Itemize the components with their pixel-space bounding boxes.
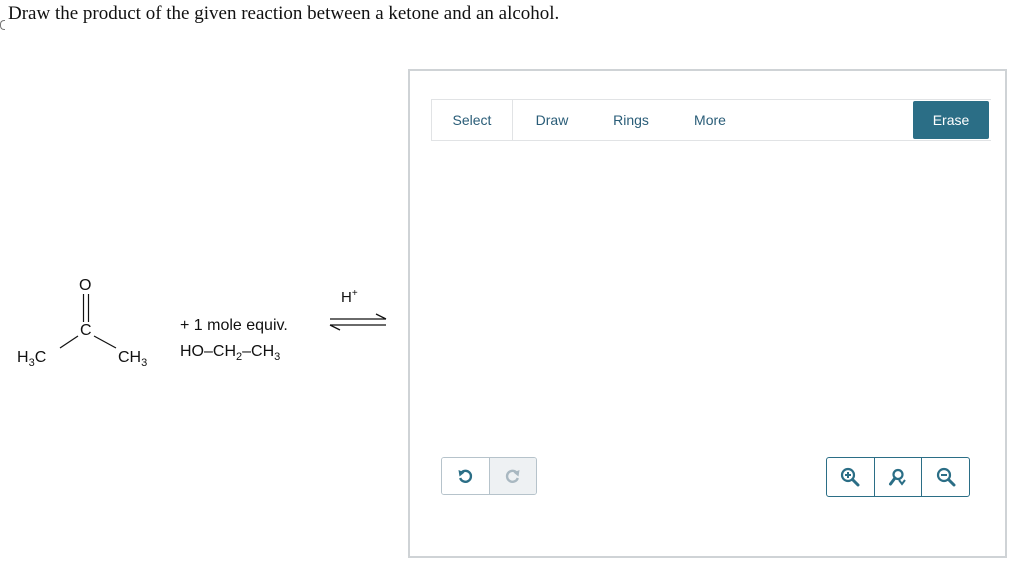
carbonyl-carbon: C	[80, 322, 92, 339]
zoom-controls	[826, 457, 970, 497]
zoom-in-icon	[841, 467, 860, 487]
margin-marker	[0, 20, 5, 30]
reset-zoom-button[interactable]	[875, 458, 923, 496]
equilibrium-arrow	[329, 313, 387, 331]
reagent-ethanol: HO–CH2–CH3	[180, 343, 280, 363]
editor-toolbar: Select Draw Rings More Erase	[431, 99, 991, 141]
bond-left	[59, 335, 79, 349]
zoom-out-icon	[936, 467, 956, 487]
reset-zoom-icon	[889, 468, 906, 486]
tab-more[interactable]: More	[687, 100, 733, 140]
undo-button[interactable]	[442, 458, 490, 494]
zoom-out-button[interactable]	[922, 458, 969, 496]
question-text: Draw the product of the given reaction b…	[8, 3, 560, 24]
oxygen-atom: O	[79, 277, 91, 294]
undo-icon	[458, 469, 473, 483]
tab-select[interactable]: Select	[431, 100, 513, 140]
tab-draw[interactable]: Draw	[527, 100, 577, 140]
bond-right	[93, 335, 117, 349]
drawing-canvas[interactable]: Select Draw Rings More Erase	[408, 69, 1007, 558]
acid-catalyst: H+	[341, 288, 358, 306]
tab-rings[interactable]: Rings	[605, 100, 657, 140]
redo-icon	[505, 469, 520, 483]
reaction-scheme: O C H3C CH3 + 1 mole equiv. HO–CH2–CH3 H…	[17, 277, 387, 369]
zoom-in-button[interactable]	[827, 458, 875, 496]
erase-button[interactable]: Erase	[913, 101, 989, 139]
methyl-left: H3C	[17, 349, 46, 369]
reagent-equiv: + 1 mole equiv.	[180, 317, 288, 334]
redo-button[interactable]	[489, 458, 536, 494]
history-controls	[441, 457, 537, 495]
methyl-right: CH3	[118, 349, 147, 369]
